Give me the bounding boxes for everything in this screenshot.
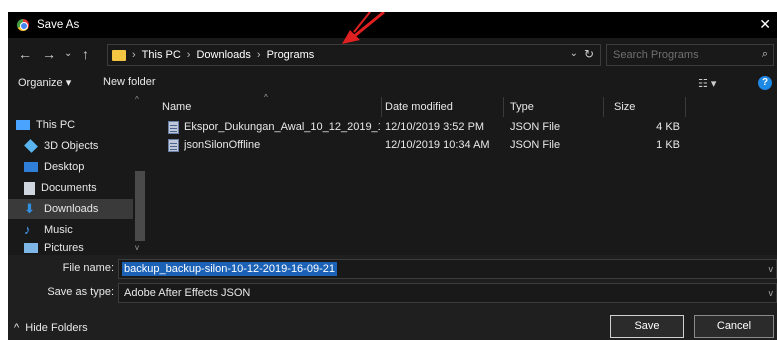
help-icon[interactable]: ? (758, 76, 772, 90)
breadcrumb-downloads[interactable]: Downloads (196, 49, 250, 61)
sort-ascending-icon: ^ (264, 93, 268, 102)
navigation-bar: ← → ⌄ ↑ › This PC › Downloads › Programs… (8, 42, 777, 68)
table-row[interactable]: Ekspor_Dukungan_Awal_10_12_2019_15_5... … (148, 119, 777, 137)
file-type: JSON File (510, 121, 561, 133)
navigation-pane: This PC 3D Objects Desktop Documents ⬇ D… (8, 95, 146, 255)
chevron-down-icon[interactable]: v (769, 288, 774, 298)
file-date: 12/10/2019 10:34 AM (385, 139, 490, 151)
save-button[interactable]: Save (610, 315, 684, 338)
download-icon: ⬇ (24, 201, 35, 216)
sidebar-item-downloads[interactable]: ⬇ Downloads (8, 199, 133, 219)
json-file-icon (168, 121, 179, 134)
save-as-dialog: Save As ✕ ← → ⌄ ↑ › This PC › Downloads … (8, 12, 777, 340)
document-icon (24, 181, 35, 195)
window-title: Save As (37, 19, 80, 31)
up-arrow-icon[interactable]: ↑ (82, 46, 89, 62)
breadcrumb-separator: › (186, 49, 191, 61)
column-divider[interactable] (503, 97, 504, 117)
sidebar-item-documents[interactable]: Documents (8, 178, 133, 198)
hide-folders-button[interactable]: ^ Hide Folders (14, 322, 88, 334)
file-name-field[interactable]: backup_backup-silon-10-12-2019-16-09-21 … (118, 259, 777, 279)
pictures-icon (24, 243, 38, 253)
pc-icon (16, 120, 30, 130)
column-header-date-modified[interactable]: Date modified (385, 95, 453, 119)
forward-arrow-icon[interactable]: → (42, 46, 56, 62)
search-input[interactable] (607, 45, 747, 65)
breadcrumb-this-pc[interactable]: This PC (142, 49, 181, 61)
cancel-button[interactable]: Cancel (694, 315, 774, 338)
sidebar-item-label: This PC (36, 119, 76, 131)
sidebar-item-label: 3D Objects (44, 140, 99, 152)
close-button[interactable]: ✕ (759, 16, 771, 33)
recent-locations-chevron-icon[interactable]: ⌄ (64, 48, 72, 59)
file-size: 1 KB (656, 139, 680, 151)
organize-button[interactable]: Organize ▾ (18, 76, 71, 89)
music-icon: ♪ (24, 222, 31, 237)
file-list: Name ^ Date modified Type Size Ekspor_Du… (148, 93, 777, 255)
sidebar-item-music[interactable]: ♪ Music (8, 220, 133, 240)
scrollbar-thumb[interactable] (135, 171, 145, 241)
address-bar[interactable]: › This PC › Downloads › Programs ⌄ ↻ (107, 44, 601, 66)
file-name-selected-text[interactable]: backup_backup-silon-10-12-2019-16-09-21 (122, 262, 337, 276)
column-header-size[interactable]: Size (614, 95, 635, 119)
sidebar-item-label: Desktop (44, 161, 85, 173)
chevron-up-icon: ^ (14, 322, 20, 334)
column-divider[interactable] (381, 97, 382, 117)
sidebar-item-label: Documents (41, 182, 97, 194)
address-dropdown-icon[interactable]: ⌄ (570, 48, 578, 59)
back-arrow-icon[interactable]: ← (18, 46, 32, 62)
table-row[interactable]: jsonSilonOffline 12/10/2019 10:34 AM JSO… (148, 137, 777, 155)
sidebar-item-this-pc[interactable]: This PC (8, 115, 133, 135)
search-box[interactable]: ⌕ (606, 44, 774, 66)
column-divider[interactable] (603, 97, 604, 117)
folder-icon (112, 49, 126, 61)
scroll-down-icon[interactable]: v (135, 243, 139, 252)
file-name: jsonSilonOffline (184, 139, 261, 151)
file-date: 12/10/2019 3:52 PM (385, 121, 485, 133)
save-as-type-label: Save as type: (47, 286, 114, 298)
file-type: JSON File (510, 139, 561, 151)
file-name: Ekspor_Dukungan_Awal_10_12_2019_15_5... (184, 121, 380, 133)
search-icon[interactable]: ⌕ (762, 48, 768, 61)
sidebar-item-desktop[interactable]: Desktop (8, 157, 133, 177)
refresh-icon[interactable]: ↻ (584, 47, 594, 61)
desktop-icon (24, 162, 38, 172)
save-form: File name: backup_backup-silon-10-12-201… (8, 255, 777, 340)
breadcrumb-programs[interactable]: Programs (267, 49, 315, 61)
sidebar-item-label: Pictures (44, 242, 84, 254)
file-size: 4 KB (656, 121, 680, 133)
scroll-up-icon[interactable]: ^ (135, 95, 139, 104)
sidebar-item-label: Music (44, 224, 73, 236)
new-folder-button[interactable]: New folder (103, 76, 156, 88)
view-options-icon[interactable]: ☷ ▾ (698, 77, 716, 90)
annotation-arrow-icon (342, 12, 385, 44)
command-toolbar: Organize ▾ New folder ☷ ▾ ? (8, 71, 777, 95)
column-divider[interactable] (685, 97, 686, 117)
sidebar-item-3d-objects[interactable]: 3D Objects (8, 136, 133, 156)
column-header-type[interactable]: Type (510, 95, 534, 119)
sidebar-item-pictures[interactable]: Pictures (8, 241, 133, 255)
chevron-down-icon[interactable]: v (769, 264, 774, 274)
file-name-label: File name: (62, 262, 114, 274)
cube-icon (24, 139, 38, 153)
title-bar: Save As ✕ (8, 12, 777, 38)
breadcrumb-separator: › (132, 49, 136, 61)
save-as-type-value: Adobe After Effects JSON (124, 287, 251, 299)
chrome-icon (17, 19, 29, 31)
save-as-type-select[interactable]: Adobe After Effects JSON v (118, 283, 777, 303)
navigation-pane-scrollbar[interactable]: ^ v (133, 95, 146, 255)
hide-folders-label: Hide Folders (25, 322, 88, 334)
column-header-name[interactable]: Name (162, 95, 191, 119)
json-file-icon (168, 139, 179, 152)
sidebar-item-label: Downloads (44, 203, 99, 215)
breadcrumb-separator: › (256, 49, 261, 61)
